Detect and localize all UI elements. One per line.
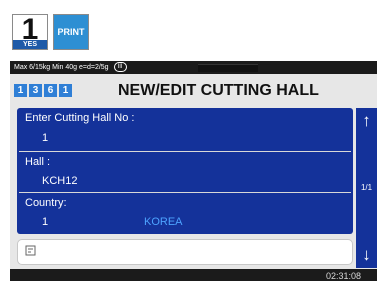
- top-key-group: 1 YES PRINT: [12, 13, 89, 50]
- status-bar: Max 6/15kg Min 40g e=d=2/5g III: [10, 61, 377, 74]
- page-indicator: 1/1: [360, 183, 373, 192]
- menu-code-digit: 1: [14, 84, 27, 97]
- scale-spec: Max 6/15kg Min 40g e=d=2/5g III: [14, 61, 127, 74]
- key-yes-label: YES: [13, 40, 47, 49]
- page-title: NEW/EDIT CUTTING HALL: [118, 82, 319, 99]
- keyboard-icon[interactable]: [25, 245, 37, 260]
- cutting-hall-no-label: Enter Cutting Hall No :: [25, 112, 135, 124]
- keyboard-input-field[interactable]: [17, 239, 353, 265]
- print-key-button[interactable]: PRINT: [53, 14, 89, 50]
- country-code-value: 1: [42, 216, 49, 228]
- pager-panel: ↑ 1/1 ↓: [356, 108, 377, 268]
- scroll-up-button[interactable]: ↑: [356, 111, 377, 131]
- cutting-hall-no-field[interactable]: Enter Cutting Hall No : 1: [17, 108, 353, 150]
- country-label: Country:: [25, 197, 67, 209]
- form-panel: Enter Cutting Hall No : 1 Hall : KCH12 C…: [17, 108, 353, 234]
- scroll-down-button[interactable]: ↓: [356, 245, 377, 265]
- menu-code-digit: 3: [29, 84, 42, 97]
- hall-label: Hall :: [25, 156, 51, 168]
- status-indicator: [198, 64, 258, 72]
- clock: 02:31:08: [325, 271, 361, 281]
- menu-code-digit: 6: [44, 84, 57, 97]
- scale-screen: Max 6/15kg Min 40g e=d=2/5g III 1 3 6 1 …: [10, 61, 377, 281]
- scale-spec-text: Max 6/15kg Min 40g e=d=2/5g: [14, 64, 109, 71]
- menu-code-digit: 1: [59, 84, 72, 97]
- yes-key-button[interactable]: 1 YES: [12, 13, 48, 50]
- country-field[interactable]: Country: 1 KOREA: [17, 193, 353, 233]
- cutting-hall-no-value: 1: [42, 132, 49, 144]
- hall-field[interactable]: Hall : KCH12: [17, 152, 353, 192]
- menu-code: 1 3 6 1: [14, 84, 72, 97]
- bottom-bar: 02:31:08: [10, 269, 377, 281]
- country-name-value: KOREA: [144, 216, 183, 228]
- hall-value: KCH12: [42, 175, 78, 187]
- accuracy-class-badge: III: [113, 62, 127, 72]
